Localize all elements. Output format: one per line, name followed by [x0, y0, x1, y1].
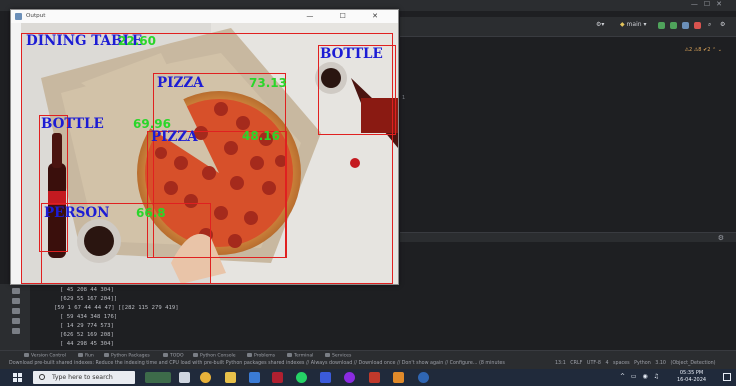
run-console[interactable]: [ 45 208 44 304] [629 55 167 204]] [59 1…: [30, 284, 736, 350]
status-message[interactable]: Download pre-built shared indexes: Reduc…: [9, 361, 505, 366]
app-icon[interactable]: [272, 372, 283, 383]
pycharm-icon[interactable]: [418, 372, 429, 383]
detection-confidence: 48.16: [242, 129, 280, 143]
todo-icon: [163, 353, 168, 357]
edge-icon[interactable]: [320, 372, 331, 383]
whatsapp-icon[interactable]: [296, 372, 307, 383]
app-icon: [15, 13, 22, 20]
notification-icon[interactable]: [723, 373, 731, 381]
weather-widget-icon[interactable]: [145, 372, 171, 383]
tool-window-bar: Version Control Run Python Packages TODO…: [0, 350, 736, 360]
detection-output-window[interactable]: Output — ☐ ✕ DINING TABLE 22.60 BOTTLE P…: [10, 9, 399, 285]
run-tool-icon: [78, 353, 83, 357]
services-icon: [325, 353, 330, 357]
tool-label: TODO: [170, 353, 184, 359]
file-explorer-icon[interactable]: [225, 372, 236, 383]
system-tray[interactable]: ^ ▭ ◉ ♫: [620, 373, 661, 380]
tool-label: Python Packages: [111, 353, 150, 359]
tool-label: Python Console: [200, 353, 236, 359]
media-icon[interactable]: [344, 372, 355, 383]
console-line: [ 14 29 774 573]: [60, 323, 114, 329]
detection-image: DINING TABLE 22.60 BOTTLE PIZZA 73.13 BO…: [21, 23, 398, 284]
tool-services[interactable]: Services: [325, 353, 351, 359]
detection-label: BOTTLE: [41, 116, 104, 132]
stop-icon[interactable]: [694, 22, 701, 29]
detection-label: PERSON: [44, 205, 110, 221]
tool-todo[interactable]: TODO: [163, 353, 184, 359]
office-icon[interactable]: [369, 372, 380, 383]
settings-gear-icon[interactable]: ⚙: [720, 21, 725, 28]
tool-label: Terminal: [294, 353, 314, 359]
tool-label: Run: [85, 353, 94, 359]
tool-label: Version Control: [31, 353, 66, 359]
detection-confidence: 73.13: [249, 76, 287, 90]
rerun-icon[interactable]: [12, 288, 20, 294]
windows-start-icon[interactable]: [13, 373, 23, 383]
clock-date: 16-04-2024: [677, 377, 707, 383]
terminal-icon: [287, 353, 292, 357]
detection-label: BOTTLE: [320, 46, 383, 62]
chrome-icon[interactable]: [200, 372, 211, 383]
print-icon[interactable]: [12, 318, 20, 324]
tool-python-console[interactable]: Python Console: [193, 353, 236, 359]
run-panel-header: ⚙: [400, 232, 736, 242]
branch-icon: ◆: [620, 21, 625, 28]
scroll-icon[interactable]: [12, 308, 20, 314]
status-info[interactable]: 13:1 CRLF UTF-8 4 spaces Python 3.10 (Ob…: [555, 361, 716, 366]
code-editor[interactable]: ⚠2 ⚠8 ✔2 ⌃ ⌄ 1: [400, 37, 736, 232]
console-line: [629 55 167 204]]: [60, 296, 118, 302]
python-console-icon: [193, 353, 198, 357]
search-placeholder: Type here to search: [52, 374, 113, 381]
delete-icon[interactable]: [12, 328, 20, 334]
taskbar-clock[interactable]: 05:35 PM 16-04-2024: [677, 370, 706, 384]
run-config-icon[interactable]: ⚙▾: [596, 21, 604, 28]
run-panel-sidebar: [0, 284, 30, 350]
tool-label: Problems: [254, 353, 276, 359]
tool-problems[interactable]: Problems: [247, 353, 275, 359]
search-icon: [39, 374, 45, 380]
branch-selector[interactable]: ◆ main ▾: [620, 21, 646, 28]
run-icon[interactable]: [658, 22, 665, 29]
inspection-widget[interactable]: ⚠2 ⚠8 ✔2 ⌃ ⌄: [685, 47, 722, 53]
ide-background: —☐✕ ⚙▾ ◆ main ▾ ⌕ ⚙ ⚠2 ⚠8 ✔2 ⌃ ⌄ 1 ⚙ [ 4…: [0, 0, 736, 386]
tool-label: Services: [332, 353, 352, 359]
tool-python-packages[interactable]: Python Packages: [104, 353, 150, 359]
branch-label: main: [626, 21, 642, 28]
console-line: [ 45 208 44 304]: [60, 287, 114, 293]
task-view-icon[interactable]: [179, 372, 190, 383]
tool-terminal[interactable]: Terminal: [287, 353, 313, 359]
detection-label: PIZZA: [151, 129, 198, 145]
packages-icon: [104, 353, 109, 357]
detection-window-titlebar[interactable]: Output — ☐ ✕: [11, 10, 398, 23]
status-bar: Download pre-built shared indexes: Reduc…: [0, 360, 736, 369]
stop-run-icon[interactable]: [12, 298, 20, 304]
debug-icon[interactable]: [670, 22, 677, 29]
paint-icon[interactable]: [393, 372, 404, 383]
console-line: [ 44 298 45 304]: [60, 341, 114, 347]
clock-time: 05:35 PM: [679, 370, 704, 376]
run-settings-gear-icon[interactable]: ⚙: [718, 234, 724, 242]
store-icon[interactable]: [249, 372, 260, 383]
coverage-icon[interactable]: [682, 22, 689, 29]
console-line: [626 52 169 208]: [60, 332, 114, 338]
taskbar-search[interactable]: Type here to search: [33, 371, 135, 384]
detection-confidence: 22.60: [118, 34, 156, 48]
window-title: Output: [26, 13, 46, 19]
ide-window-controls[interactable]: —☐✕: [691, 0, 728, 8]
detection-label: PIZZA: [157, 75, 204, 91]
windows-taskbar: Type here to search ^ ▭ ◉ ♫ 05:35 PM 16-…: [0, 369, 736, 386]
search-everywhere-icon[interactable]: ⌕: [708, 21, 711, 29]
line-number: 1: [402, 95, 406, 101]
tool-run[interactable]: Run: [78, 353, 94, 359]
tool-version-control[interactable]: Version Control: [24, 353, 66, 359]
version-control-icon: [24, 353, 29, 357]
problems-icon: [247, 353, 252, 357]
window-controls[interactable]: — ☐ ✕: [306, 12, 390, 20]
console-line: [59 1 67 44 44 47] [[282 115 279 419]: [54, 305, 179, 311]
detection-confidence: 66.8: [136, 206, 166, 220]
ide-toolbar: ⚙▾ ◆ main ▾ ⌕ ⚙: [400, 17, 736, 37]
console-line: [ 59 434 348 176]: [60, 314, 118, 320]
